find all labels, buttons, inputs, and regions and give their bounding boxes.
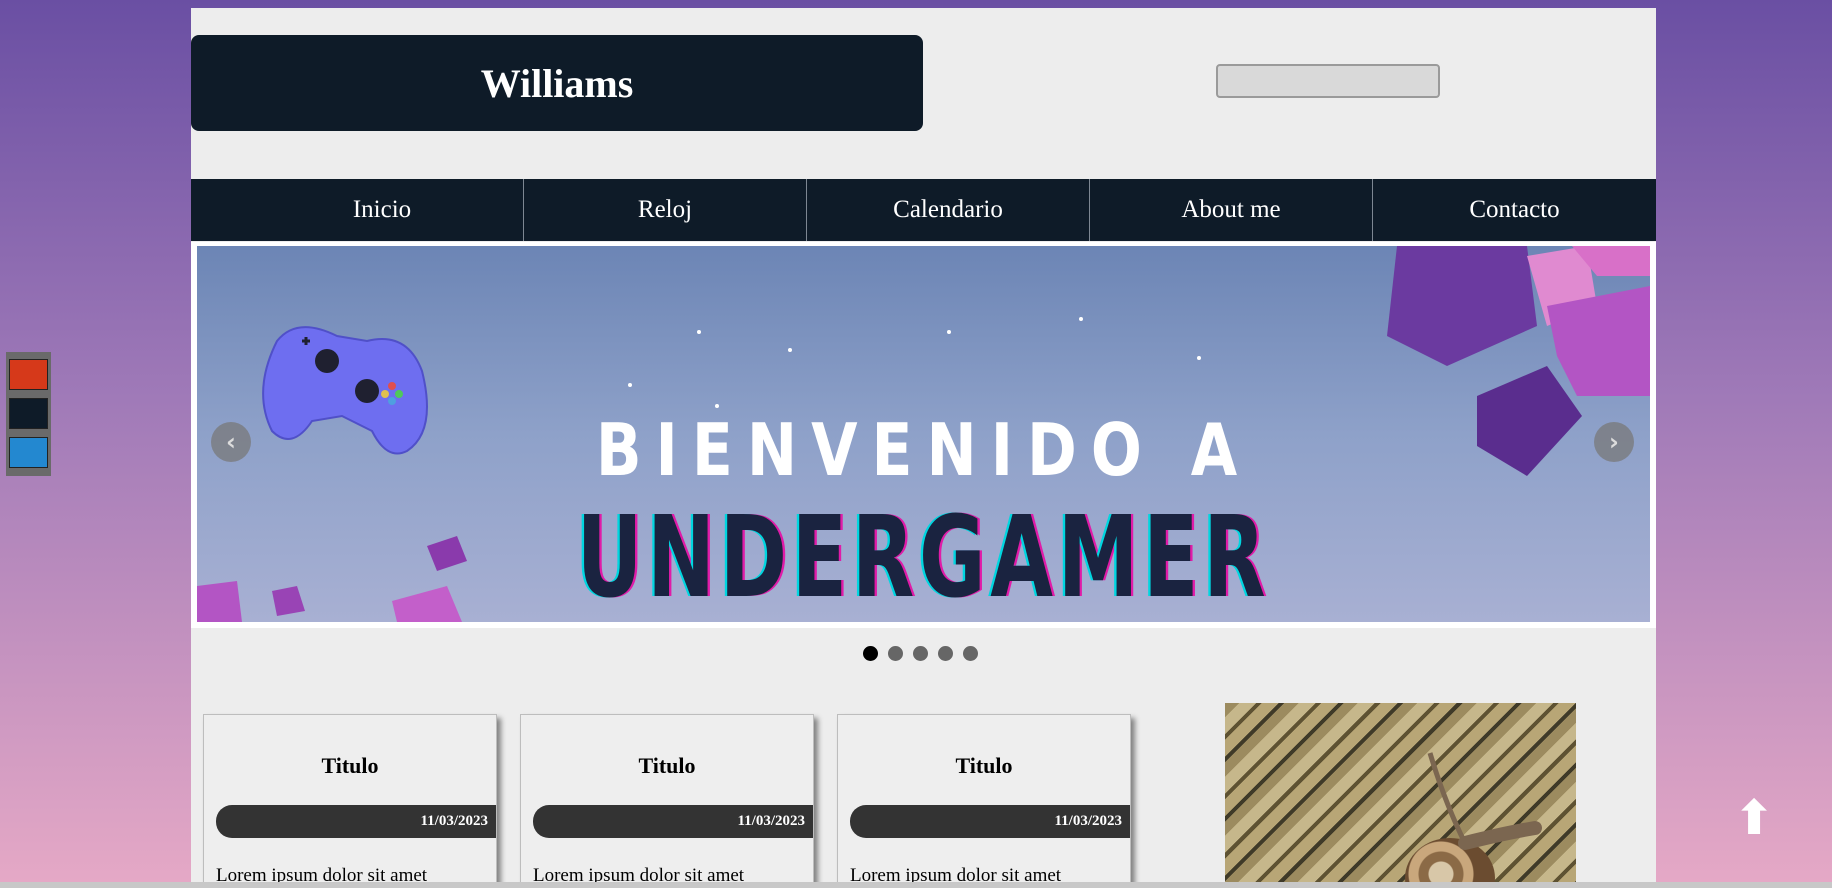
star-decoration <box>628 383 632 387</box>
nav-item-contacto[interactable]: Contacto <box>1373 179 1656 241</box>
star-decoration <box>1197 356 1201 360</box>
snail-body <box>1427 752 1542 850</box>
slider-dot[interactable] <box>888 646 903 661</box>
card-date: 11/03/2023 <box>850 805 1130 838</box>
card-title: Titulo <box>638 753 696 778</box>
nav-item-about-me[interactable]: About me <box>1090 179 1373 241</box>
theme-switcher <box>6 352 51 476</box>
article-card[interactable]: Titulo 11/03/2023 Lorem ipsum dolor sit … <box>520 714 814 888</box>
page-container: Williams Inicio Reloj Calendario About m… <box>191 8 1656 888</box>
slider-next-button[interactable]: › <box>1594 422 1634 462</box>
banner-heading-small: BIENVENIDO A <box>595 409 1252 493</box>
card-title: Titulo <box>955 753 1013 778</box>
slider-dot[interactable] <box>963 646 978 661</box>
arrow-up-icon[interactable]: ⬆ <box>1734 790 1774 846</box>
chevron-right-icon: › <box>1609 428 1619 456</box>
star-decoration <box>697 330 701 334</box>
nav-item-reloj[interactable]: Reloj <box>524 179 807 241</box>
slider-dot[interactable] <box>913 646 928 661</box>
chevron-left-icon: ‹ <box>226 428 236 456</box>
nav-item-inicio[interactable]: Inicio <box>191 179 524 241</box>
star-decoration <box>715 404 719 408</box>
slider-dot[interactable] <box>938 646 953 661</box>
star-decoration <box>1079 317 1083 321</box>
hero-slider[interactable]: BIENVENIDO A UNDERGAMER ‹ › <box>197 246 1650 622</box>
snail-photo <box>1225 703 1576 888</box>
main-nav: Inicio Reloj Calendario About me Contact… <box>191 179 1656 241</box>
article-card[interactable]: Titulo 11/03/2023 Lorem ipsum dolor sit … <box>837 714 1131 888</box>
theme-swatch-red[interactable] <box>9 359 48 390</box>
banner-heading-large: UNDERGAMER <box>576 491 1271 622</box>
site-brand[interactable]: Williams <box>191 35 923 131</box>
theme-swatch-blue[interactable] <box>9 437 48 468</box>
star-decoration <box>947 330 951 334</box>
star-decoration <box>788 348 792 352</box>
card-title: Titulo <box>321 753 379 778</box>
card-date: 11/03/2023 <box>216 805 496 838</box>
slider-pagination <box>863 646 978 661</box>
slider-prev-button[interactable]: ‹ <box>211 422 251 462</box>
nav-item-calendario[interactable]: Calendario <box>807 179 1090 241</box>
search-input[interactable] <box>1216 64 1440 98</box>
article-card[interactable]: Titulo 11/03/2023 Lorem ipsum dolor sit … <box>203 714 497 888</box>
card-date: 11/03/2023 <box>533 805 813 838</box>
theme-swatch-dark[interactable] <box>9 398 48 429</box>
slider-dot[interactable] <box>863 646 878 661</box>
horizontal-scrollbar[interactable] <box>0 882 1832 888</box>
